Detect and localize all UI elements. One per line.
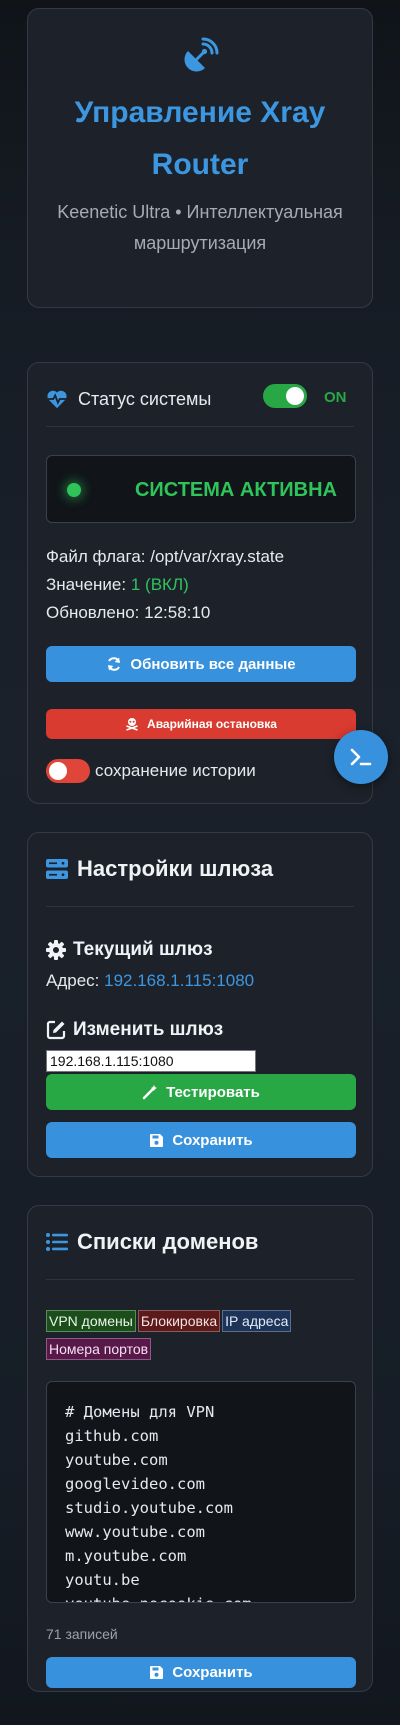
- refresh-button-label: Обновить все данные: [130, 655, 296, 673]
- refresh-all-button[interactable]: Обновить все данные: [46, 646, 356, 682]
- change-gateway-header: Изменить шлюз: [46, 1019, 223, 1041]
- save-gateway-button[interactable]: Сохранить: [46, 1122, 356, 1158]
- gateway-section-title: Настройки шлюза: [77, 856, 274, 881]
- domain-list-editor[interactable]: # Домены для VPN github.com youtube.com …: [46, 1381, 356, 1603]
- gateway-address-value: 192.168.1.115:1080: [104, 971, 255, 990]
- page-subtitle: Keenetic Ultra • Интеллектуальная маршру…: [57, 202, 343, 253]
- test-gateway-button[interactable]: Тестировать: [46, 1074, 356, 1110]
- save-domains-label: Сохранить: [172, 1664, 253, 1681]
- list-icon: [46, 1233, 68, 1251]
- status-indicator-dot: [67, 483, 81, 497]
- skull-crossbones-icon: [126, 718, 138, 731]
- toggle-knob: [286, 387, 304, 405]
- tab-blocking[interactable]: Блокировка: [137, 1310, 221, 1332]
- gear-icon: [46, 940, 66, 960]
- domain-list-tabs: VPN домены Блокировка IP адреса Номера порт…: [46, 1310, 356, 1366]
- gateway-input[interactable]: [46, 1050, 256, 1072]
- save-icon: [150, 1133, 164, 1147]
- save-domains-button[interactable]: Сохранить: [46, 1657, 356, 1688]
- current-gateway-title: Текущий шлюз: [73, 939, 213, 960]
- change-gateway-title: Изменить шлюз: [73, 1019, 224, 1040]
- tab-vpn-domains[interactable]: VPN домены: [46, 1310, 136, 1332]
- entries-count: 71 записей: [46, 1626, 118, 1642]
- satellite-dish-icon: [184, 37, 219, 72]
- system-toggle[interactable]: [263, 384, 307, 408]
- divider: [46, 1279, 354, 1280]
- history-toggle[interactable]: [46, 759, 90, 783]
- value-line: Значение: 1 (ВКЛ): [46, 575, 189, 595]
- refresh-icon: [108, 657, 121, 671]
- history-label: сохранение истории: [95, 761, 256, 780]
- divider: [46, 906, 354, 907]
- current-gateway-header: Текущий шлюз: [46, 939, 213, 961]
- toggle-knob: [49, 762, 67, 780]
- edit-icon: [46, 1020, 66, 1040]
- gateway-address-line: Адрес: 192.168.1.115:1080: [46, 971, 254, 991]
- gateway-settings-card: Настройки шлюза Текущий шлюз Адрес: 192.…: [27, 832, 373, 1177]
- magic-wand-icon: [142, 1085, 158, 1100]
- domains-section-header: Списки доменов: [46, 1229, 258, 1255]
- terminal-button[interactable]: [334, 730, 388, 784]
- test-button-label: Тестировать: [166, 1083, 260, 1101]
- toggle-state-label: ON: [324, 389, 347, 406]
- domains-section-title: Списки доменов: [77, 1229, 259, 1254]
- domain-lists-card: Списки доменов VPN домены Блокировка IP ад…: [27, 1205, 373, 1692]
- updated-label: Обновлено:: [46, 603, 140, 622]
- tab-port-numbers[interactable]: Номера портов: [46, 1338, 152, 1360]
- emergency-stop-button[interactable]: Аварийная остановка: [46, 709, 356, 739]
- flag-file-value: /opt/var/xray.state: [150, 547, 285, 566]
- flag-file-label: Файл флага:: [46, 547, 146, 566]
- save-icon: [150, 1666, 164, 1679]
- updated-line: Обновлено: 12:58:10: [46, 603, 210, 623]
- status-panel: СИСТЕМА АКТИВНА: [46, 455, 356, 523]
- terminal-icon: [350, 748, 372, 766]
- value-label: Значение:: [46, 575, 127, 594]
- gateway-address-label: Адрес:: [46, 971, 100, 990]
- status-panel-label: СИСТЕМА АКТИВНА: [134, 479, 337, 501]
- tab-ip-addresses[interactable]: IP адреса: [222, 1310, 292, 1332]
- gateway-section-header: Настройки шлюза: [46, 856, 273, 882]
- page-title: Управление Xray Router: [74, 96, 326, 181]
- heart-pulse-icon: [47, 390, 67, 409]
- server-icon: [46, 859, 68, 879]
- status-header: Статус системы: [46, 383, 211, 415]
- flag-file-line: Файл флага: /opt/var/xray.state: [46, 547, 284, 567]
- emergency-button-label: Аварийная остановка: [147, 717, 277, 731]
- save-gateway-label: Сохранить: [172, 1131, 253, 1149]
- system-status-card: Статус системы ON СИСТЕМА АКТИВНА Файл ф…: [27, 362, 373, 804]
- divider: [46, 426, 354, 427]
- header-card: Управление Xray Router Keenetic Ultra • …: [27, 8, 373, 308]
- updated-value: 12:58:10: [144, 603, 211, 622]
- status-title: Статус системы: [78, 388, 212, 409]
- value-value: 1 (ВКЛ): [130, 575, 189, 594]
